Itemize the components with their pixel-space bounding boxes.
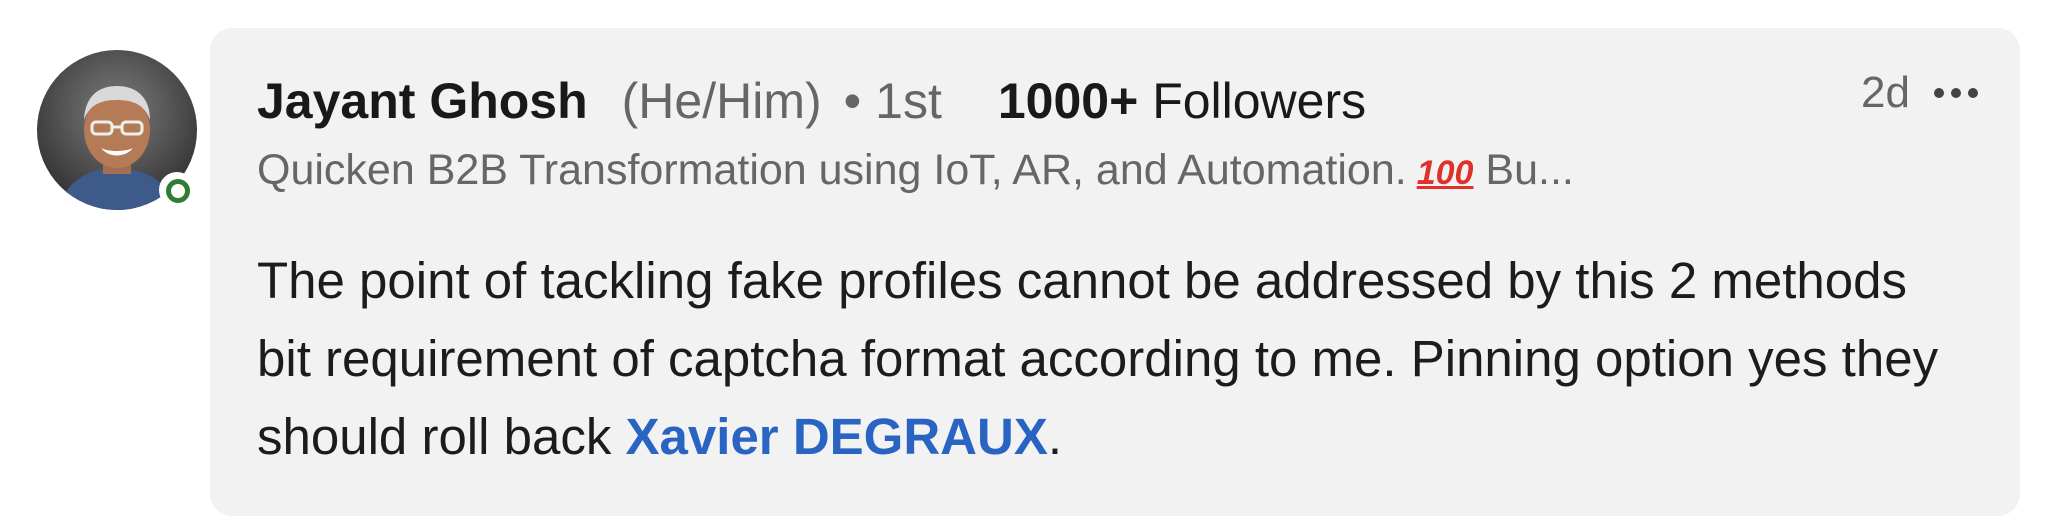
comment-text: The point of tackling fake profiles cann… — [257, 242, 1957, 476]
hundred-points-emoji: 100 — [1416, 154, 1474, 192]
separator-bullet: • — [843, 73, 862, 129]
mention-link[interactable]: Xavier DEGRAUX — [626, 408, 1048, 465]
author-avatar[interactable] — [37, 50, 197, 210]
comment-timestamp: 2d — [1861, 68, 1910, 117]
online-status-icon — [159, 172, 195, 208]
comment-text-end: . — [1047, 408, 1063, 465]
author-name[interactable]: Jayant Ghosh — [257, 72, 588, 130]
more-dot — [1951, 88, 1961, 98]
author-headline-truncated: Bu... — [1485, 146, 1574, 194]
more-dot — [1934, 88, 1944, 98]
more-options-icon[interactable] — [1932, 82, 1980, 104]
follower-count-label: Followers — [1152, 73, 1367, 129]
author-pronouns: (He/Him) — [621, 73, 822, 129]
comment-author-line: Jayant Ghosh (He/Him) • 1st 1000+ Follow… — [257, 72, 1366, 130]
comment-card: Jayant Ghosh (He/Him) • 1st 1000+ Follow… — [210, 28, 2020, 516]
author-headline-text: Quicken B2B Transformation using IoT, AR… — [257, 146, 1407, 194]
follower-count: 1000+ Followers — [998, 72, 1366, 130]
author-headline[interactable]: Quicken B2B Transformation using IoT, AR… — [257, 146, 1574, 195]
follower-count-value: 1000+ — [997, 73, 1139, 129]
comment-meta: 2d — [1861, 68, 1980, 118]
comment-text-body: The point of tackling fake profiles cann… — [257, 252, 1939, 465]
more-dot — [1968, 88, 1978, 98]
connection-degree: 1st — [875, 73, 942, 129]
